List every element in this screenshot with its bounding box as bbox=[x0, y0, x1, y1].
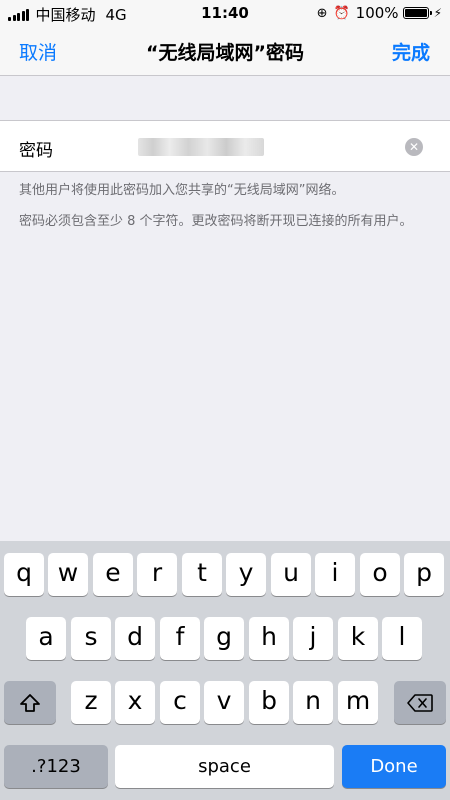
key-q[interactable]: q bbox=[4, 553, 44, 596]
alarm-icon: ⏰ bbox=[333, 5, 350, 21]
key-e[interactable]: e bbox=[93, 553, 133, 596]
done-key[interactable]: Done bbox=[342, 745, 446, 788]
charging-icon: ⚡ bbox=[433, 6, 442, 20]
cancel-button[interactable]: 取消 bbox=[19, 38, 57, 65]
done-button[interactable]: 完成 bbox=[392, 38, 430, 65]
key-l[interactable]: l bbox=[382, 617, 422, 660]
key-p[interactable]: p bbox=[404, 553, 444, 596]
requirement-note: 密码必须包含至少 8 个字符。更改密码将断开现已连接的所有用户。 bbox=[19, 214, 413, 229]
key-x[interactable]: x bbox=[115, 681, 155, 724]
share-note: 其他用户将使用此密码加入您共享的“无线局域网”网络。 bbox=[19, 183, 345, 198]
key-o[interactable]: o bbox=[360, 553, 400, 596]
page-title: “无线局域网”密码 bbox=[146, 42, 304, 64]
key-k[interactable]: k bbox=[338, 617, 378, 660]
password-field[interactable] bbox=[138, 138, 264, 156]
password-label: 密码 bbox=[19, 141, 53, 161]
key-u[interactable]: u bbox=[271, 553, 311, 596]
numbers-key[interactable]: .?123 bbox=[4, 745, 108, 788]
key-t[interactable]: t bbox=[182, 553, 222, 596]
shift-key[interactable] bbox=[4, 681, 56, 724]
key-n[interactable]: n bbox=[293, 681, 333, 724]
clear-icon[interactable]: ✕ bbox=[405, 138, 423, 156]
battery-icon bbox=[402, 7, 432, 19]
battery-percent: 100% bbox=[355, 4, 399, 22]
status-right: ⊕ ⏰ 100% ⚡ bbox=[317, 4, 442, 22]
key-r[interactable]: r bbox=[137, 553, 177, 596]
key-i[interactable]: i bbox=[315, 553, 355, 596]
key-j[interactable]: j bbox=[293, 617, 333, 660]
status-bar: 中国移动 4G 11:40 ⊕ ⏰ 100% ⚡ bbox=[0, 0, 450, 26]
key-w[interactable]: w bbox=[48, 553, 88, 596]
key-c[interactable]: c bbox=[160, 681, 200, 724]
navigation-bar: 取消 “无线局域网”密码 完成 bbox=[0, 26, 450, 76]
key-s[interactable]: s bbox=[71, 617, 111, 660]
rotation-lock-icon: ⊕ bbox=[316, 5, 328, 21]
backspace-icon bbox=[407, 693, 433, 712]
space-key[interactable]: space bbox=[115, 745, 334, 788]
keyboard: q w e r t y u i o p a s d f g h j k l z … bbox=[0, 541, 450, 800]
key-d[interactable]: d bbox=[115, 617, 155, 660]
key-v[interactable]: v bbox=[204, 681, 244, 724]
key-f[interactable]: f bbox=[160, 617, 200, 660]
shift-icon bbox=[20, 693, 40, 712]
key-b[interactable]: b bbox=[249, 681, 289, 724]
key-a[interactable]: a bbox=[26, 617, 66, 660]
key-y[interactable]: y bbox=[226, 553, 266, 596]
key-m[interactable]: m bbox=[338, 681, 378, 724]
key-z[interactable]: z bbox=[71, 681, 111, 724]
key-h[interactable]: h bbox=[249, 617, 289, 660]
delete-key[interactable] bbox=[394, 681, 446, 724]
key-g[interactable]: g bbox=[204, 617, 244, 660]
password-row: 密码 ✕ bbox=[0, 120, 450, 172]
